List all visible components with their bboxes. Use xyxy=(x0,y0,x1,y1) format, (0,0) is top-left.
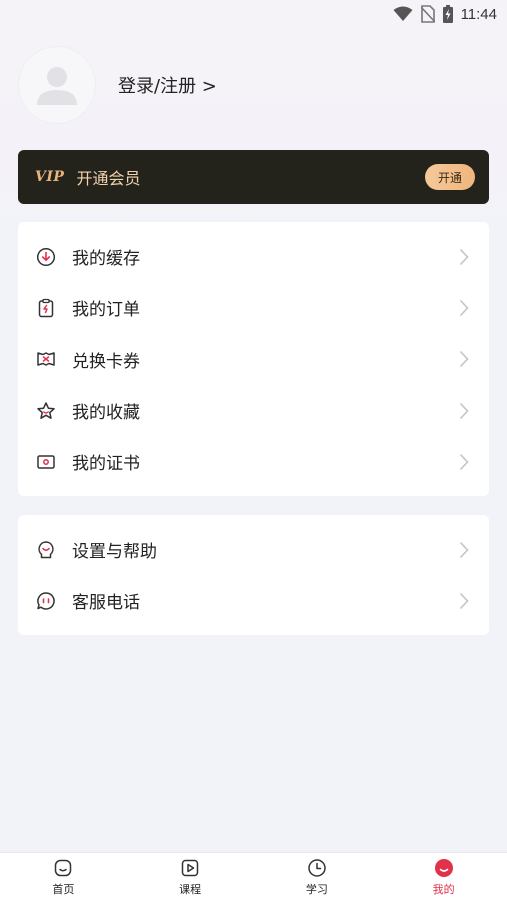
smile-icon xyxy=(434,858,453,877)
chevron-right-icon xyxy=(459,592,469,609)
tab-label: 学习 xyxy=(305,882,328,896)
home-icon xyxy=(55,859,72,876)
play-icon xyxy=(181,859,199,876)
bottom-tab-bar: 首页 课程 学习 我的 xyxy=(0,852,507,901)
secondary-menu-card: 设置与帮助 客服电话 xyxy=(18,515,489,635)
menu-item-favorites[interactable]: 我的收藏 xyxy=(18,385,489,436)
clipboard-icon xyxy=(36,298,56,318)
avatar[interactable] xyxy=(18,46,96,124)
tab-study[interactable]: 学习 xyxy=(254,853,381,901)
clock-icon xyxy=(308,858,326,877)
menu-item-label: 客服电话 xyxy=(72,593,140,614)
vip-banner[interactable]: VIP 开通会员 开通 xyxy=(18,150,489,204)
menu-item-label: 我的缓存 xyxy=(72,249,140,270)
tab-home[interactable]: 首页 xyxy=(0,853,127,901)
tab-mine[interactable]: 我的 xyxy=(380,853,507,901)
chat-icon xyxy=(36,591,56,611)
chevron-right-icon xyxy=(459,351,469,368)
settings-help-icon xyxy=(36,540,56,560)
user-avatar-icon xyxy=(37,67,77,105)
tab-label: 我的 xyxy=(432,882,455,896)
vip-open-button[interactable]: 开通 xyxy=(425,164,475,190)
login-register-link[interactable]: 登录/注册 > xyxy=(118,72,217,98)
menu-item-label: 我的证书 xyxy=(72,454,140,475)
tab-label: 首页 xyxy=(52,882,75,896)
status-bar: 11:44 xyxy=(0,0,507,28)
no-sim-icon xyxy=(420,5,435,23)
menu-item-label: 设置与帮助 xyxy=(72,542,157,563)
profile-login[interactable]: 登录/注册 > xyxy=(18,46,217,124)
ticket-icon xyxy=(36,349,56,369)
vip-badge: VIP xyxy=(35,169,65,185)
menu-item-label: 我的收藏 xyxy=(72,403,140,424)
chevron-right-icon xyxy=(459,402,469,419)
battery-charging-icon xyxy=(442,5,453,23)
menu-item-settings-help[interactable]: 设置与帮助 xyxy=(18,524,489,575)
menu-item-customer-service[interactable]: 客服电话 xyxy=(18,575,489,626)
menu-item-cache[interactable]: 我的缓存 xyxy=(18,231,489,282)
tab-courses[interactable]: 课程 xyxy=(127,853,254,901)
chevron-right-icon xyxy=(459,248,469,265)
main-menu-card: 我的缓存 我的订单 兑换卡券 我的收藏 我的证书 xyxy=(18,222,489,496)
certificate-icon xyxy=(36,452,56,472)
menu-item-label: 我的订单 xyxy=(72,300,140,321)
wifi-icon xyxy=(393,6,413,21)
menu-item-certificates[interactable]: 我的证书 xyxy=(18,436,489,487)
chevron-right-icon xyxy=(459,299,469,316)
status-time: 11:44 xyxy=(460,5,497,23)
star-icon xyxy=(36,401,56,421)
menu-item-label: 兑换卡券 xyxy=(72,351,140,372)
vip-label: 开通会员 xyxy=(76,169,141,188)
download-icon xyxy=(36,247,56,267)
tab-label: 课程 xyxy=(179,882,202,896)
chevron-right-icon xyxy=(459,541,469,558)
menu-item-orders[interactable]: 我的订单 xyxy=(18,282,489,333)
chevron-right-icon xyxy=(459,453,469,470)
menu-item-redeem[interactable]: 兑换卡券 xyxy=(18,334,489,385)
